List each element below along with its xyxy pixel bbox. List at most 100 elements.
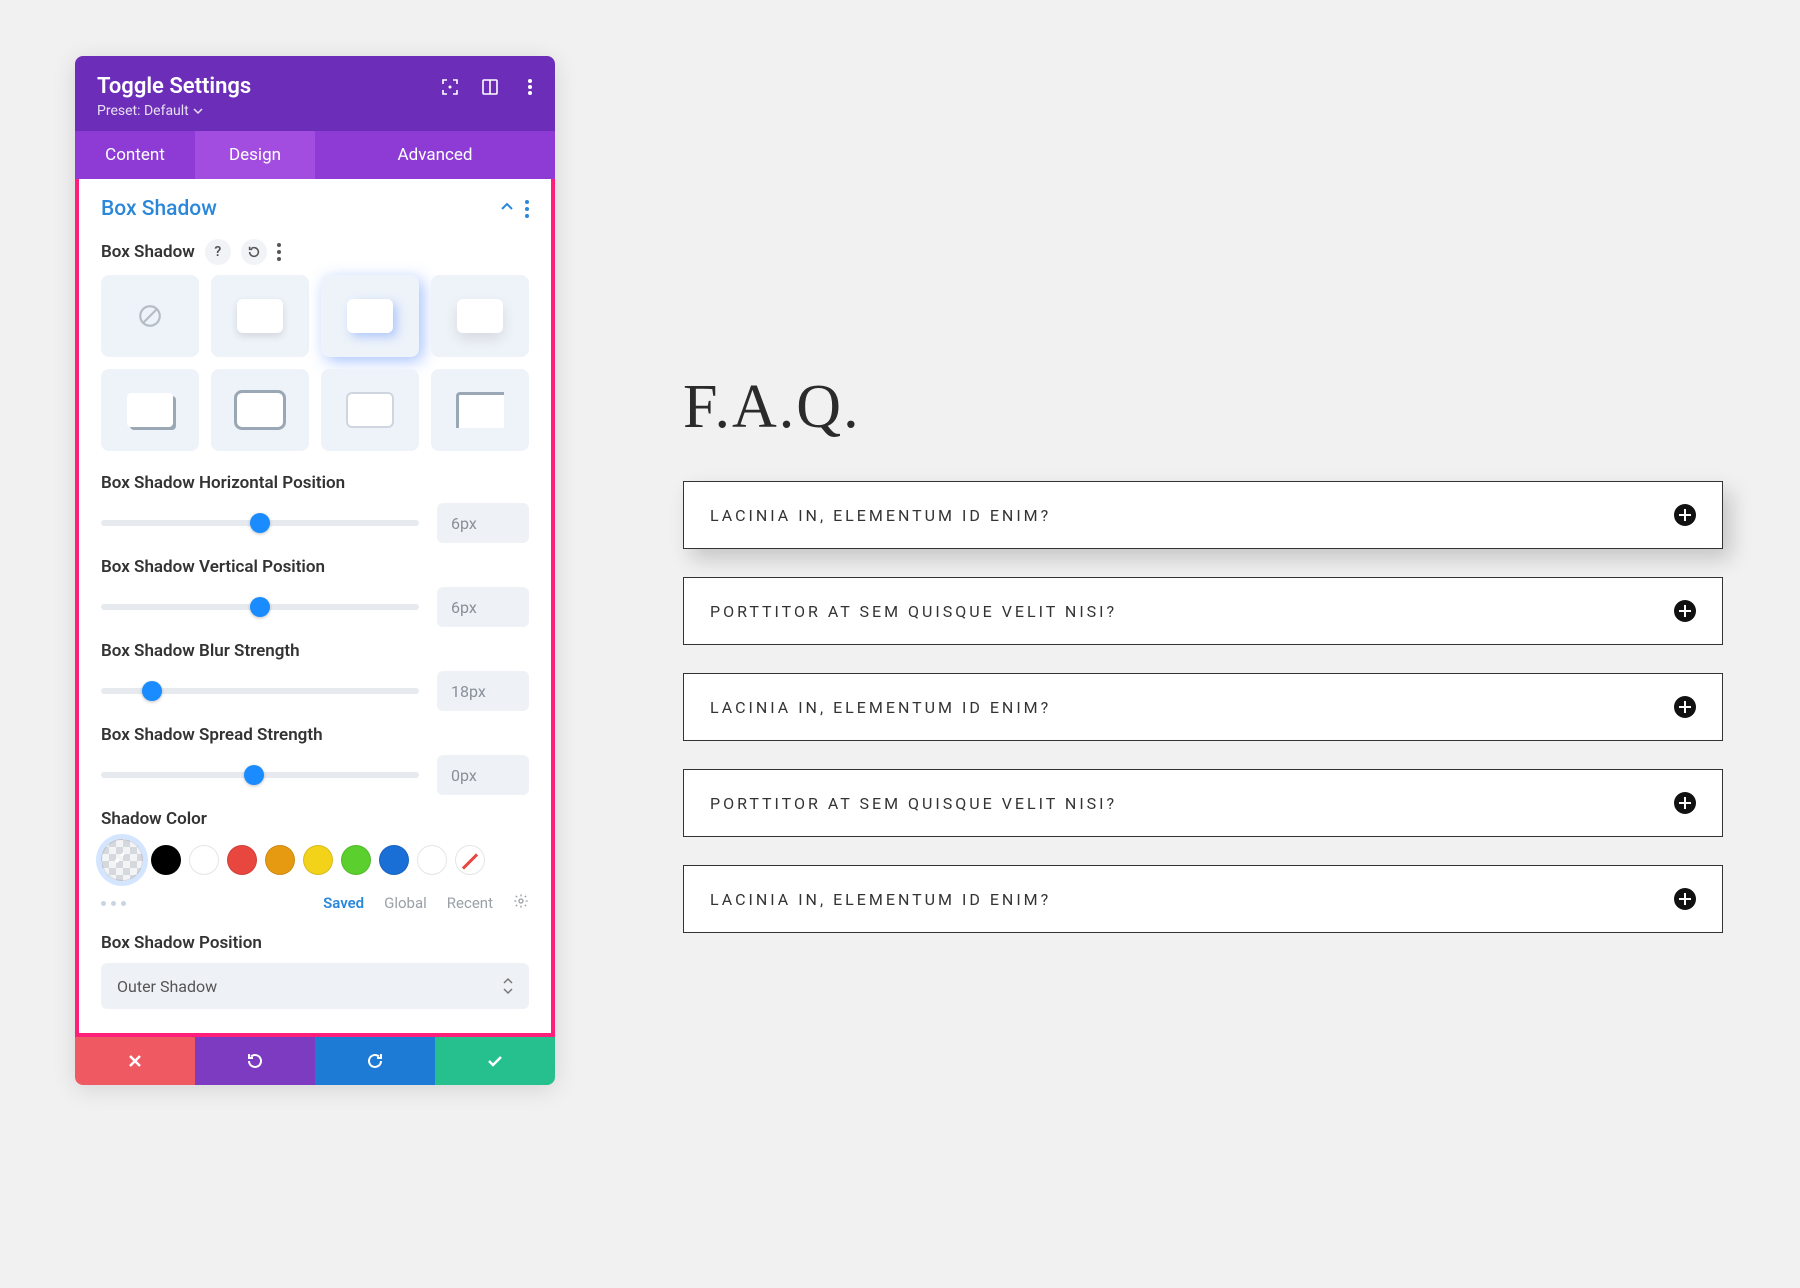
slider-blur-label: Box Shadow Blur Strength (101, 641, 529, 661)
plus-icon (1674, 888, 1696, 910)
palette-tab-global[interactable]: Global (384, 894, 427, 912)
slider-spread-track[interactable] (101, 772, 419, 778)
panel-body: Box Shadow Box Shadow ? (79, 179, 551, 1033)
panel-layout-icon[interactable] (481, 78, 499, 96)
swatch-none[interactable] (455, 845, 485, 875)
redo-button[interactable] (315, 1037, 435, 1085)
redo-icon (365, 1051, 385, 1071)
confirm-button[interactable] (435, 1037, 555, 1085)
swatch-red[interactable] (227, 845, 257, 875)
gear-icon[interactable] (513, 893, 529, 913)
faq-item-2-text: LACINIA IN, ELEMENTUM ID ENIM? (710, 698, 1051, 717)
panel-preset-label: Preset: Default (97, 103, 189, 119)
cancel-button[interactable] (75, 1037, 195, 1085)
faq-item-1-text: PORTTITOR AT SEM QUISQUE VELIT NISI? (710, 602, 1117, 621)
slider-vertical: Box Shadow Vertical Position 6px (101, 557, 529, 627)
faq-area: F.A.Q. LACINIA IN, ELEMENTUM ID ENIM? PO… (683, 372, 1723, 961)
faq-item-4[interactable]: LACINIA IN, ELEMENTUM ID ENIM? (683, 865, 1723, 933)
shadow-preset-1[interactable] (211, 275, 309, 357)
slider-vertical-value[interactable]: 6px (437, 587, 529, 627)
slider-blur-value[interactable]: 18px (437, 671, 529, 711)
plus-icon (1674, 792, 1696, 814)
swatch-blue[interactable] (379, 845, 409, 875)
check-icon (485, 1051, 505, 1071)
section-menu-icon[interactable] (525, 200, 529, 218)
swatch-black[interactable] (151, 845, 181, 875)
tab-content[interactable]: Content (75, 131, 195, 179)
panel-body-wrap: Box Shadow Box Shadow ? (75, 179, 555, 1037)
faq-item-4-text: LACINIA IN, ELEMENTUM ID ENIM? (710, 890, 1051, 909)
slider-blur: Box Shadow Blur Strength 18px (101, 641, 529, 711)
eyedropper-icon (113, 851, 131, 869)
faq-item-2[interactable]: LACINIA IN, ELEMENTUM ID ENIM? (683, 673, 1723, 741)
shadow-preset-3[interactable] (431, 275, 529, 357)
faq-title: F.A.Q. (683, 372, 1723, 443)
shadow-position-value: Outer Shadow (117, 977, 217, 996)
swatch-yellow[interactable] (303, 845, 333, 875)
kebab-menu-icon[interactable] (521, 78, 539, 96)
slider-horizontal-value[interactable]: 6px (437, 503, 529, 543)
shadow-color-field: Shadow Color (101, 809, 529, 913)
slider-vertical-label: Box Shadow Vertical Position (101, 557, 529, 577)
slider-vertical-thumb[interactable] (250, 597, 270, 617)
palette-more-icon[interactable] (101, 901, 126, 906)
slider-spread-thumb[interactable] (244, 765, 264, 785)
swatch-green[interactable] (341, 845, 371, 875)
shadow-position-field: Box Shadow Position Outer Shadow (101, 933, 529, 1009)
faq-item-1[interactable]: PORTTITOR AT SEM QUISQUE VELIT NISI? (683, 577, 1723, 645)
faq-item-0-text: LACINIA IN, ELEMENTUM ID ENIM? (710, 506, 1051, 525)
shadow-preset-grid (101, 275, 529, 451)
panel-preset[interactable]: Preset: Default (97, 103, 533, 119)
shadow-position-select[interactable]: Outer Shadow (101, 963, 529, 1009)
slider-blur-thumb[interactable] (142, 681, 162, 701)
faq-item-3-text: PORTTITOR AT SEM QUISQUE VELIT NISI? (710, 794, 1117, 813)
reset-icon[interactable] (241, 239, 267, 265)
shadow-position-label: Box Shadow Position (101, 933, 529, 953)
select-arrows-icon (503, 977, 513, 995)
swatch-orange[interactable] (265, 845, 295, 875)
close-icon (127, 1053, 143, 1069)
tabs: Content Design Advanced (75, 131, 555, 179)
section-header[interactable]: Box Shadow (101, 197, 529, 221)
shadow-preset-6[interactable] (321, 369, 419, 451)
shadow-preset-none[interactable] (101, 275, 199, 357)
slider-horizontal: Box Shadow Horizontal Position 6px (101, 473, 529, 543)
tab-advanced[interactable]: Advanced (315, 131, 555, 179)
swatch-white[interactable] (189, 845, 219, 875)
shadow-preset-7[interactable] (431, 369, 529, 451)
shadow-color-label: Shadow Color (101, 809, 529, 829)
slider-horizontal-thumb[interactable] (250, 513, 270, 533)
plus-icon (1674, 696, 1696, 718)
undo-button[interactable] (195, 1037, 315, 1085)
section-title: Box Shadow (101, 197, 217, 221)
shadow-preset-2[interactable] (321, 275, 419, 357)
slider-spread-value[interactable]: 0px (437, 755, 529, 795)
shadow-preset-5[interactable] (211, 369, 309, 451)
shadow-preset-4[interactable] (101, 369, 199, 451)
palette-tabs: Saved Global Recent (323, 893, 529, 913)
palette-tab-recent[interactable]: Recent (447, 894, 493, 912)
faq-item-0[interactable]: LACINIA IN, ELEMENTUM ID ENIM? (683, 481, 1723, 549)
plus-icon (1674, 600, 1696, 622)
slider-vertical-track[interactable] (101, 604, 419, 610)
panel-header-icons (441, 78, 539, 96)
chevron-up-icon[interactable] (499, 197, 515, 221)
slider-spread-label: Box Shadow Spread Strength (101, 725, 529, 745)
panel-footer (75, 1037, 555, 1085)
box-shadow-field-label: Box Shadow ? (101, 239, 529, 265)
box-shadow-label-text: Box Shadow (101, 242, 195, 262)
palette-tab-saved[interactable]: Saved (323, 894, 364, 912)
settings-panel: Toggle Settings Preset: Default Content … (75, 56, 555, 1085)
swatches (101, 839, 529, 881)
swatch-white2[interactable] (417, 845, 447, 875)
slider-blur-track[interactable] (101, 688, 419, 694)
faq-item-3[interactable]: PORTTITOR AT SEM QUISQUE VELIT NISI? (683, 769, 1723, 837)
color-picker-button[interactable] (101, 839, 143, 881)
slider-spread: Box Shadow Spread Strength 0px (101, 725, 529, 795)
tab-design[interactable]: Design (195, 131, 315, 179)
caret-down-icon (193, 106, 203, 116)
slider-horizontal-track[interactable] (101, 520, 419, 526)
help-icon[interactable]: ? (205, 239, 231, 265)
expand-icon[interactable] (441, 78, 459, 96)
field-menu-icon[interactable] (277, 243, 281, 261)
